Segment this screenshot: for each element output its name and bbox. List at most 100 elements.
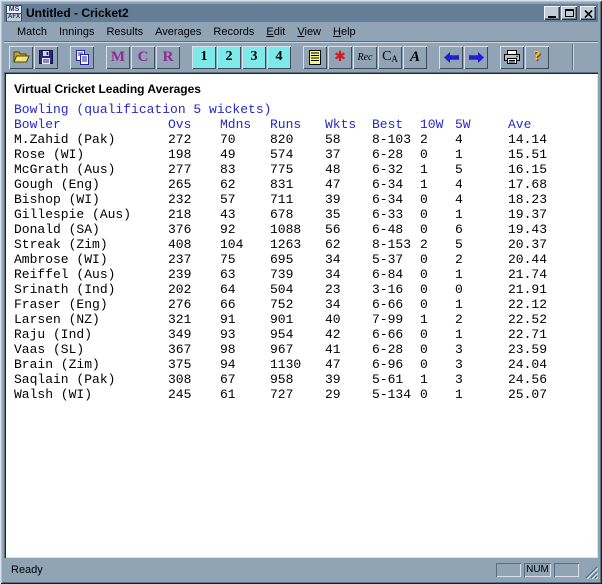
window-title: Untitled - Cricket2	[26, 6, 543, 20]
menu-item-records[interactable]: Records	[207, 25, 260, 39]
row-cell: McGrath (Aus)	[14, 162, 168, 177]
toolbar-r-button[interactable]: R	[156, 46, 180, 69]
menu-item-match[interactable]: Match	[11, 25, 53, 39]
row-cell: 22.71	[508, 327, 568, 342]
arrow-right-icon	[468, 51, 485, 64]
header-cell: Bowler	[14, 117, 168, 132]
row-cell: 7-99	[372, 312, 420, 327]
toolbar-next-button[interactable]	[464, 46, 488, 69]
row-cell: 20.37	[508, 237, 568, 252]
row-cell: 66	[220, 297, 270, 312]
menu-item-averages[interactable]: Averages	[149, 25, 207, 39]
row-cell: Larsen (NZ)	[14, 312, 168, 327]
table-row: Brain (Zim)375941130476-960324.04	[14, 357, 598, 372]
header-cell: 10W	[420, 117, 455, 132]
toolbar-save-button[interactable]	[34, 46, 58, 69]
toolbar-open-button[interactable]	[9, 46, 33, 69]
toolbar-c-button[interactable]: C	[131, 46, 155, 69]
row-cell: 239	[168, 267, 220, 282]
row-cell: 276	[168, 297, 220, 312]
row-cell: 6-32	[372, 162, 420, 177]
row-cell: M.Zahid (Pak)	[14, 132, 168, 147]
toolbar-group: ✱ Rec CAA	[303, 46, 428, 69]
toolbar-help-button[interactable]: ?	[525, 46, 549, 69]
toolbar-group: MCR	[106, 46, 181, 69]
row-cell: 18.23	[508, 192, 568, 207]
row-cell: 1	[455, 387, 508, 402]
row-cell: 21.91	[508, 282, 568, 297]
title-bar[interactable]: MS AFX Untitled - Cricket2	[4, 4, 598, 22]
row-cell: 2	[420, 132, 455, 147]
row-cell: 37	[325, 147, 372, 162]
row-cell: 202	[168, 282, 220, 297]
row-cell: 43	[220, 207, 270, 222]
menu-item-edit[interactable]: Edit	[260, 25, 291, 39]
row-cell: Brain (Zim)	[14, 357, 168, 372]
menu-item-innings[interactable]: Innings	[53, 25, 100, 39]
close-button[interactable]	[580, 6, 596, 20]
header-cell: Mdns	[220, 117, 270, 132]
status-panel-empty-2	[554, 563, 579, 577]
row-cell: 958	[270, 372, 325, 387]
row-cell: 775	[270, 162, 325, 177]
row-cell: 83	[220, 162, 270, 177]
r-label: R	[163, 49, 174, 66]
toolbar-print-button[interactable]	[500, 46, 524, 69]
rec-label: Rec	[358, 52, 373, 63]
maximize-icon	[565, 9, 574, 17]
table-row: Rose (WI)19849574376-280115.51	[14, 147, 598, 162]
toolbar-innings3-button[interactable]: 3	[242, 46, 266, 69]
table-row: Saqlain (Pak)30867958395-611324.56	[14, 372, 598, 387]
toolbar-ca-button[interactable]: CA	[378, 46, 402, 69]
app-icon[interactable]: MS AFX	[6, 5, 22, 21]
row-cell: 0	[420, 192, 455, 207]
row-cell: 91	[220, 312, 270, 327]
toolbar-copy-button[interactable]	[70, 46, 94, 69]
table-row: Gough (Eng)26562831476-341417.68	[14, 177, 598, 192]
row-cell: 820	[270, 132, 325, 147]
row-cell: 20.44	[508, 252, 568, 267]
toolbar-scorecard-button[interactable]	[303, 46, 327, 69]
row-cell: 272	[168, 132, 220, 147]
row-cell: 3	[455, 342, 508, 357]
row-cell: 232	[168, 192, 220, 207]
folder-open-icon	[13, 50, 30, 64]
resize-grip[interactable]	[583, 564, 598, 579]
row-cell: 23	[325, 282, 372, 297]
row-cell: 6-66	[372, 327, 420, 342]
header-cell: Best	[372, 117, 420, 132]
toolbar-innings4-button[interactable]: 4	[267, 46, 291, 69]
menu-item-results[interactable]: Results	[100, 25, 149, 39]
toolbar-innings2-button[interactable]: 2	[217, 46, 241, 69]
toolbar-a-button[interactable]: A	[403, 46, 427, 69]
table-row: Walsh (WI)24561727295-1340125.07	[14, 387, 598, 402]
menu-item-view[interactable]: View	[291, 25, 327, 39]
innings4-label: 4	[276, 49, 283, 65]
row-cell: Saqlain (Pak)	[14, 372, 168, 387]
help-label: ?	[534, 49, 541, 65]
header-cell: Runs	[270, 117, 325, 132]
report-title: Virtual Cricket Leading Averages	[14, 82, 598, 97]
minimize-button[interactable]	[544, 6, 560, 20]
toolbar-rec-button[interactable]: Rec	[353, 46, 377, 69]
row-cell: 56	[325, 222, 372, 237]
status-message: Ready	[11, 564, 493, 576]
row-cell: 237	[168, 252, 220, 267]
row-cell: 39	[325, 372, 372, 387]
toolbar-asterisk-button[interactable]: ✱	[328, 46, 352, 69]
document-view: Virtual Cricket Leading Averages Bowling…	[4, 72, 598, 558]
menu-item-help[interactable]: Help	[327, 25, 362, 39]
row-cell: 49	[220, 147, 270, 162]
row-cell: 6-28	[372, 342, 420, 357]
toolbar-prev-button[interactable]	[439, 46, 463, 69]
row-cell: 308	[168, 372, 220, 387]
toolbar-innings1-button[interactable]: 1	[192, 46, 216, 69]
row-cell: 47	[325, 357, 372, 372]
toolbar-m-button[interactable]: M	[106, 46, 130, 69]
table-header-row: BowlerOvsMdnsRunsWktsBest10W5WAve	[14, 117, 598, 132]
table-row: Gillespie (Aus)21843678356-330119.37	[14, 207, 598, 222]
row-cell: 29	[325, 387, 372, 402]
row-cell: 15.51	[508, 147, 568, 162]
row-cell: 967	[270, 342, 325, 357]
maximize-button[interactable]	[561, 6, 577, 20]
